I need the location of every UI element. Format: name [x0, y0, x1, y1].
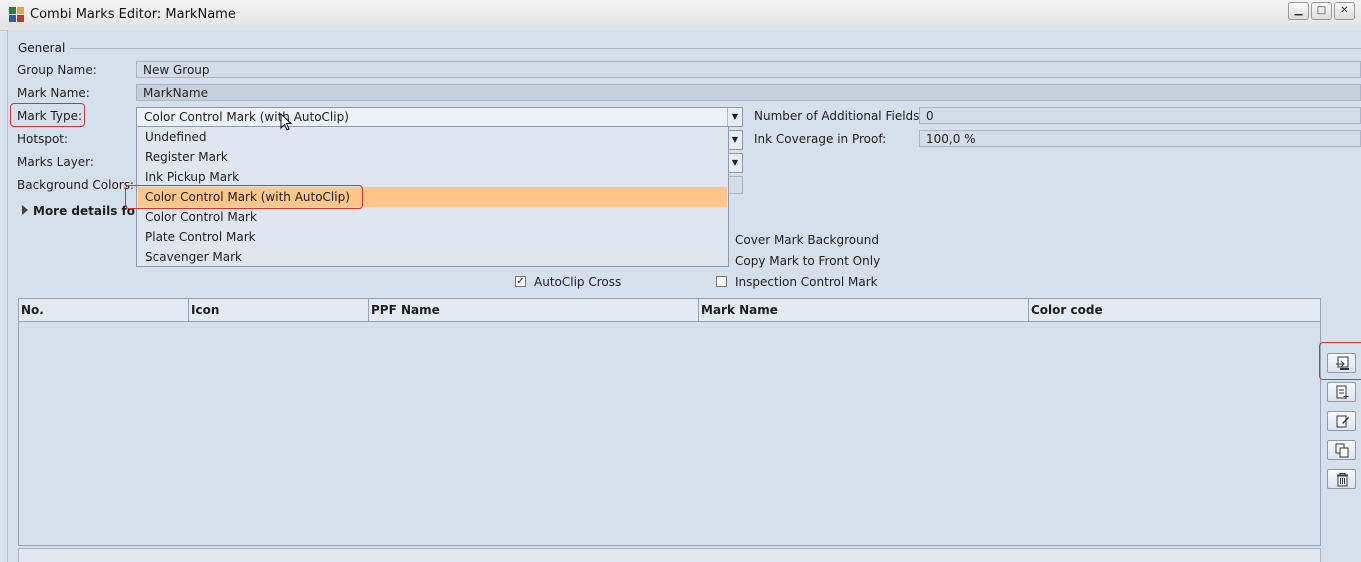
mark-name-label: Mark Name: — [17, 86, 90, 100]
add-icon — [1336, 385, 1349, 399]
group-name-label: Group Name: — [17, 63, 97, 77]
mark-type-highlight — [10, 103, 85, 127]
dropdown-option-undefined[interactable]: Undefined — [138, 127, 727, 147]
add-button[interactable] — [1327, 382, 1356, 402]
section-divider — [70, 48, 1361, 49]
minimize-icon[interactable]: ▁ — [1288, 2, 1309, 20]
selected-option-highlight — [125, 185, 363, 209]
column-no[interactable]: No. — [19, 299, 189, 321]
title-bar: Combi Marks Editor: MarkName ▁ □ ✕ — [0, 0, 1361, 31]
add-from-template-button[interactable] — [1327, 353, 1356, 373]
table-header: No. Icon PPF Name Mark Name Color code — [19, 299, 1320, 322]
duplicate-icon — [1335, 443, 1349, 458]
table-footer — [18, 548, 1321, 562]
dropdown-option-scavenger-mark[interactable]: Scavenger Mark — [138, 247, 727, 267]
background-colors-label: Background Colors: — [17, 178, 135, 192]
mouse-cursor-icon — [280, 113, 292, 131]
inspection-control-label[interactable]: Inspection Control Mark — [735, 275, 878, 289]
dropdown-option-register-mark[interactable]: Register Mark — [138, 147, 727, 167]
additional-fields-field[interactable]: 0 — [919, 107, 1361, 124]
cover-mark-background-label[interactable]: Cover Mark Background — [735, 233, 879, 247]
general-section-title: General — [18, 41, 66, 55]
column-mark-name[interactable]: Mark Name — [699, 299, 1029, 321]
inspection-control-checkbox[interactable] — [716, 276, 727, 287]
add-from-template-icon — [1336, 356, 1349, 370]
chevron-down-icon[interactable]: ▼ — [727, 131, 742, 149]
autoclip-cross-label[interactable]: AutoClip Cross — [534, 275, 621, 289]
expand-triangle-icon[interactable] — [22, 205, 28, 215]
ink-coverage-label: Ink Coverage in Proof: — [754, 132, 887, 146]
dropdown-option-color-control-mark[interactable]: Color Control Mark — [138, 207, 727, 227]
duplicate-button[interactable] — [1327, 440, 1356, 460]
edit-button[interactable] — [1327, 411, 1356, 431]
copy-mark-front-only-label[interactable]: Copy Mark to Front Only — [735, 254, 880, 268]
marks-table: No. Icon PPF Name Mark Name Color code — [18, 298, 1321, 546]
edit-icon — [1336, 415, 1349, 428]
autoclip-cross-checkbox[interactable]: ✓ — [515, 276, 526, 287]
dropdown-option-plate-control-mark[interactable]: Plate Control Mark — [138, 227, 727, 247]
column-ppf-name[interactable]: PPF Name — [369, 299, 699, 321]
mark-name-field[interactable]: MarkName — [136, 84, 1361, 101]
additional-fields-label: Number of Additional Fields: — [754, 109, 924, 123]
mark-type-combo[interactable]: Color Control Mark (with AutoClip) ▼ — [136, 107, 743, 127]
dropdown-option-ink-pickup-mark[interactable]: Ink Pickup Mark — [138, 167, 727, 187]
app-icon — [9, 7, 24, 22]
hotspot-label: Hotspot: — [17, 132, 69, 146]
marks-layer-label: Marks Layer: — [17, 155, 94, 169]
mark-type-value: Color Control Mark (with AutoClip) — [144, 110, 349, 124]
group-name-field[interactable]: New Group — [136, 61, 1361, 78]
chevron-down-icon[interactable]: ▼ — [727, 108, 742, 126]
delete-icon — [1337, 473, 1348, 487]
column-icon[interactable]: Icon — [189, 299, 369, 321]
chevron-down-icon[interactable]: ▼ — [727, 154, 742, 172]
ink-coverage-field[interactable]: 100,0 % — [919, 130, 1361, 147]
delete-button[interactable] — [1327, 469, 1356, 489]
window-title: Combi Marks Editor: MarkName — [30, 7, 236, 22]
maximize-icon[interactable]: □ — [1311, 2, 1332, 20]
close-icon[interactable]: ✕ — [1334, 2, 1355, 20]
column-color-code[interactable]: Color code — [1029, 299, 1320, 321]
